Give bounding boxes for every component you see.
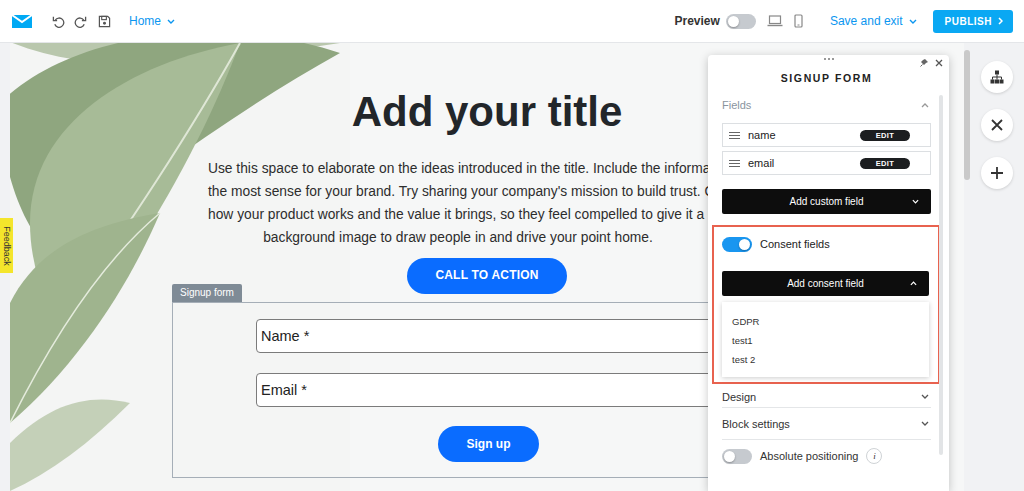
- undo-icon[interactable]: [47, 10, 69, 32]
- add-custom-field-button[interactable]: Add custom field: [722, 189, 931, 214]
- save-exit-label[interactable]: Save and exit: [830, 14, 903, 28]
- preview-toggle[interactable]: [726, 14, 756, 29]
- pin-icon[interactable]: [920, 58, 929, 67]
- panel-scrollbar[interactable]: [939, 95, 943, 455]
- feedback-tab[interactable]: Feedback: [0, 218, 13, 273]
- page-title[interactable]: Add your title: [352, 87, 623, 137]
- edit-button[interactable]: EDIT: [860, 130, 910, 141]
- field-row[interactable]: name EDIT: [722, 123, 931, 147]
- save-exit-button[interactable]: Save and exit: [828, 10, 919, 32]
- chevron-icon: [167, 19, 175, 24]
- section-label[interactable]: Block settings: [722, 418, 790, 430]
- field-row[interactable]: email EDIT: [722, 151, 931, 175]
- panel-title: SIGNUP FORM: [722, 55, 931, 85]
- chevron-icon: [910, 281, 917, 286]
- fields-section-header[interactable]: Fields: [722, 97, 931, 113]
- fields-label[interactable]: Fields: [722, 97, 751, 113]
- section-row[interactable]: Block settings: [722, 408, 931, 440]
- close-icon: [991, 119, 1003, 131]
- info-icon[interactable]: i: [866, 448, 882, 464]
- close-button[interactable]: [981, 109, 1013, 141]
- add-custom-field-label[interactable]: Add custom field: [790, 196, 864, 207]
- section-list: Design Block settings: [722, 384, 931, 440]
- absolute-positioning-row: Absolute positioning i: [722, 440, 931, 472]
- feedback-label[interactable]: Feedback: [2, 226, 12, 266]
- drag-icon[interactable]: [729, 132, 740, 139]
- signup-button[interactable]: Sign up: [438, 426, 539, 462]
- page-select[interactable]: Home: [127, 10, 177, 32]
- phone-icon[interactable]: [788, 10, 810, 32]
- form-tab[interactable]: Signup form: [172, 284, 242, 302]
- consent-option[interactable]: test 2: [732, 350, 919, 369]
- page-paragraph[interactable]: Use this space to elaborate on the ideas…: [208, 157, 708, 249]
- chevron-icon: [921, 421, 929, 426]
- edit-button[interactable]: EDIT: [860, 158, 910, 169]
- absolute-positioning-label: Absolute positioning: [760, 450, 858, 462]
- add-consent-field-label[interactable]: Add consent field: [787, 278, 864, 289]
- logo-icon[interactable]: [11, 10, 33, 32]
- add-button[interactable]: [981, 157, 1013, 189]
- close-icon[interactable]: [935, 59, 943, 67]
- consent-dropdown: GDPRtest1test 2: [722, 302, 929, 377]
- chevron-icon: [912, 199, 919, 204]
- laptop-icon[interactable]: [764, 10, 786, 32]
- paragraph-line[interactable]: how your product works and the value it …: [208, 203, 708, 226]
- form-input[interactable]: Name *: [256, 319, 718, 353]
- cta-button[interactable]: CALL TO ACTION: [407, 258, 566, 294]
- consent-option[interactable]: test1: [732, 331, 919, 350]
- consent-option[interactable]: GDPR: [732, 312, 919, 331]
- consent-section: Consent fields Add consent field GDPRtes…: [712, 225, 940, 384]
- save-icon[interactable]: [93, 10, 115, 32]
- page-name[interactable]: Home: [129, 14, 161, 28]
- field-name: name: [748, 129, 852, 141]
- paragraph-line[interactable]: background image to draw people in and d…: [208, 226, 708, 249]
- paragraph-line[interactable]: the most sense for your brand. Try shari…: [208, 180, 708, 203]
- redo-icon[interactable]: [69, 10, 91, 32]
- publish-label[interactable]: PUBLISH: [945, 16, 992, 27]
- preview-label: Preview: [675, 14, 720, 28]
- drag-handle-icon[interactable]: [824, 58, 834, 60]
- background-photo: [10, 43, 350, 491]
- drag-icon[interactable]: [729, 160, 740, 167]
- section-label[interactable]: Design: [722, 391, 756, 403]
- add-consent-field-button[interactable]: Add consent field: [722, 271, 929, 296]
- sitemap-icon: [990, 70, 1004, 84]
- right-rail: [970, 43, 1024, 491]
- section-row[interactable]: Design: [722, 384, 931, 408]
- publish-button[interactable]: PUBLISH: [933, 10, 1013, 33]
- chevron-icon: [909, 19, 917, 24]
- sitemap-button[interactable]: [981, 61, 1013, 93]
- plus-icon: [991, 167, 1003, 179]
- field-name: email: [748, 157, 852, 169]
- form-input[interactable]: Email *: [256, 373, 718, 407]
- absolute-positioning-toggle[interactable]: [722, 449, 752, 464]
- consent-toggle[interactable]: [722, 237, 752, 252]
- chevron-icon[interactable]: [921, 103, 929, 108]
- toolbar: Home Preview Save and exit PUBLISH: [0, 0, 1024, 43]
- signup-form-panel[interactable]: SIGNUP FORM Fields name EDIT email EDIT Add…: [708, 55, 949, 491]
- chevron-icon: [921, 394, 929, 399]
- paragraph-line[interactable]: Use this space to elaborate on the ideas…: [208, 157, 708, 180]
- consent-label: Consent fields: [760, 236, 830, 252]
- canvas-scrollbar[interactable]: [964, 50, 970, 180]
- arrow-icon: [998, 17, 1003, 25]
- field-list: name EDIT email EDIT: [722, 123, 931, 175]
